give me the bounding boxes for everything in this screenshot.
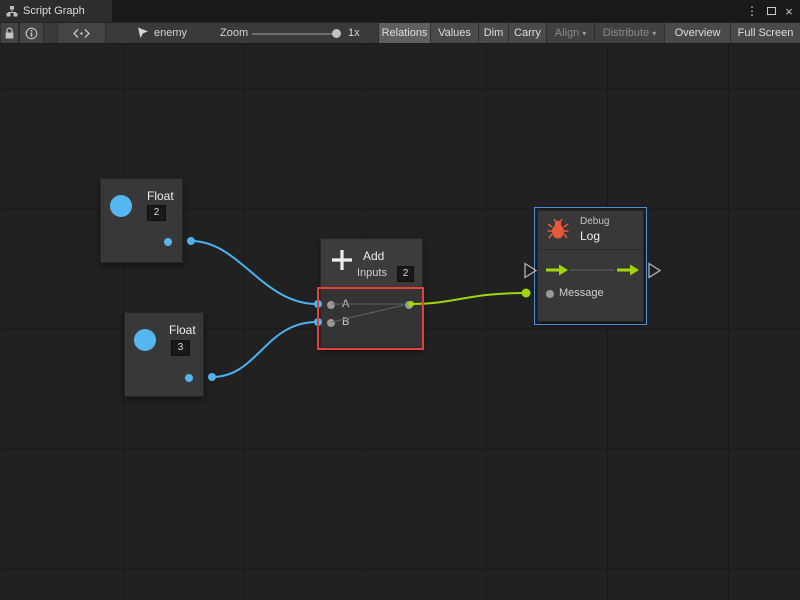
carry-label: Carry xyxy=(514,27,541,39)
zoom-value: 1x xyxy=(348,23,360,43)
float-node-1[interactable]: Float 2 xyxy=(100,178,183,263)
info-icon xyxy=(25,27,38,40)
add-input-a-port[interactable] xyxy=(327,301,335,309)
message-input-port[interactable] xyxy=(546,290,554,298)
carry-toggle[interactable]: Carry xyxy=(508,23,546,43)
chevron-down-icon: ▾ xyxy=(582,29,586,38)
float-node-2-title: Float xyxy=(169,323,196,337)
dim-toggle[interactable]: Dim xyxy=(478,23,508,43)
values-label: Values xyxy=(438,27,471,39)
add-input-b-port[interactable] xyxy=(327,319,335,327)
float-node-2-value-field[interactable]: 3 xyxy=(171,340,190,356)
inputs-label: Inputs xyxy=(357,267,387,279)
message-label: Message xyxy=(559,287,604,299)
asset-name: enemy xyxy=(154,27,187,39)
add-output-port[interactable] xyxy=(405,301,413,309)
overview-label: Overview xyxy=(675,27,721,39)
tab-title: Script Graph xyxy=(23,5,85,17)
full-screen-label: Full Screen xyxy=(738,27,794,39)
float-node-1-output-port[interactable] xyxy=(164,238,172,246)
float-node-2-output-port[interactable] xyxy=(185,374,193,382)
full-screen-button[interactable]: Full Screen xyxy=(730,23,800,43)
add-node-title: Add xyxy=(363,249,384,263)
zoom-slider-handle[interactable] xyxy=(332,29,341,38)
dim-label: Dim xyxy=(484,27,504,39)
inputs-count-field[interactable]: 2 xyxy=(397,266,414,282)
bug-icon xyxy=(547,218,569,240)
zoom-slider[interactable] xyxy=(252,33,340,35)
info-button[interactable] xyxy=(19,23,44,43)
overview-button[interactable]: Overview xyxy=(664,23,730,43)
tab-script-graph[interactable]: Script Graph xyxy=(0,0,112,22)
node-divider xyxy=(538,249,643,250)
debug-log-node[interactable]: Debug Log Message xyxy=(537,210,644,322)
float-node-2[interactable]: Float 3 xyxy=(124,312,204,397)
code-icon xyxy=(72,28,91,39)
add-node[interactable]: Add Inputs 2 A B xyxy=(320,238,423,348)
float-node-1-title: Float xyxy=(147,189,174,203)
close-icon[interactable]: × xyxy=(780,0,798,22)
plus-icon xyxy=(329,247,355,273)
titlebar: Script Graph ⋮ × xyxy=(0,0,800,22)
graph-asset-icon xyxy=(137,27,150,39)
align-dropdown[interactable]: Align ▾ xyxy=(546,23,594,43)
add-node-ports: A B xyxy=(321,289,422,347)
code-view-button[interactable] xyxy=(57,23,106,43)
lock-button[interactable] xyxy=(0,23,19,43)
float-node-1-value-field[interactable]: 2 xyxy=(147,205,166,221)
input-b-label: B xyxy=(342,316,349,328)
relations-label: Relations xyxy=(382,27,428,39)
asset-breadcrumb[interactable]: enemy xyxy=(137,23,187,43)
add-node-header: Add Inputs 2 xyxy=(321,239,422,289)
toolbar: enemy Zoom 1x Relations Values Dim Carry… xyxy=(0,22,800,44)
values-toggle[interactable]: Values xyxy=(430,23,478,43)
debug-category-label: Debug xyxy=(580,216,609,227)
maximize-icon[interactable] xyxy=(762,0,780,22)
relations-toggle[interactable]: Relations xyxy=(378,23,430,43)
float-type-icon xyxy=(134,329,156,351)
align-label: Align xyxy=(555,27,579,39)
distribute-label: Distribute xyxy=(603,27,649,39)
zoom-label: Zoom xyxy=(220,23,248,43)
chevron-down-icon: ▾ xyxy=(652,29,656,38)
script-graph-icon xyxy=(6,5,18,17)
debug-node-title: Log xyxy=(580,229,600,243)
distribute-dropdown[interactable]: Distribute ▾ xyxy=(594,23,664,43)
input-a-label: A xyxy=(342,298,349,310)
lock-icon xyxy=(4,27,15,40)
float-type-icon xyxy=(110,195,132,217)
window-menu-icon[interactable]: ⋮ xyxy=(744,0,760,22)
